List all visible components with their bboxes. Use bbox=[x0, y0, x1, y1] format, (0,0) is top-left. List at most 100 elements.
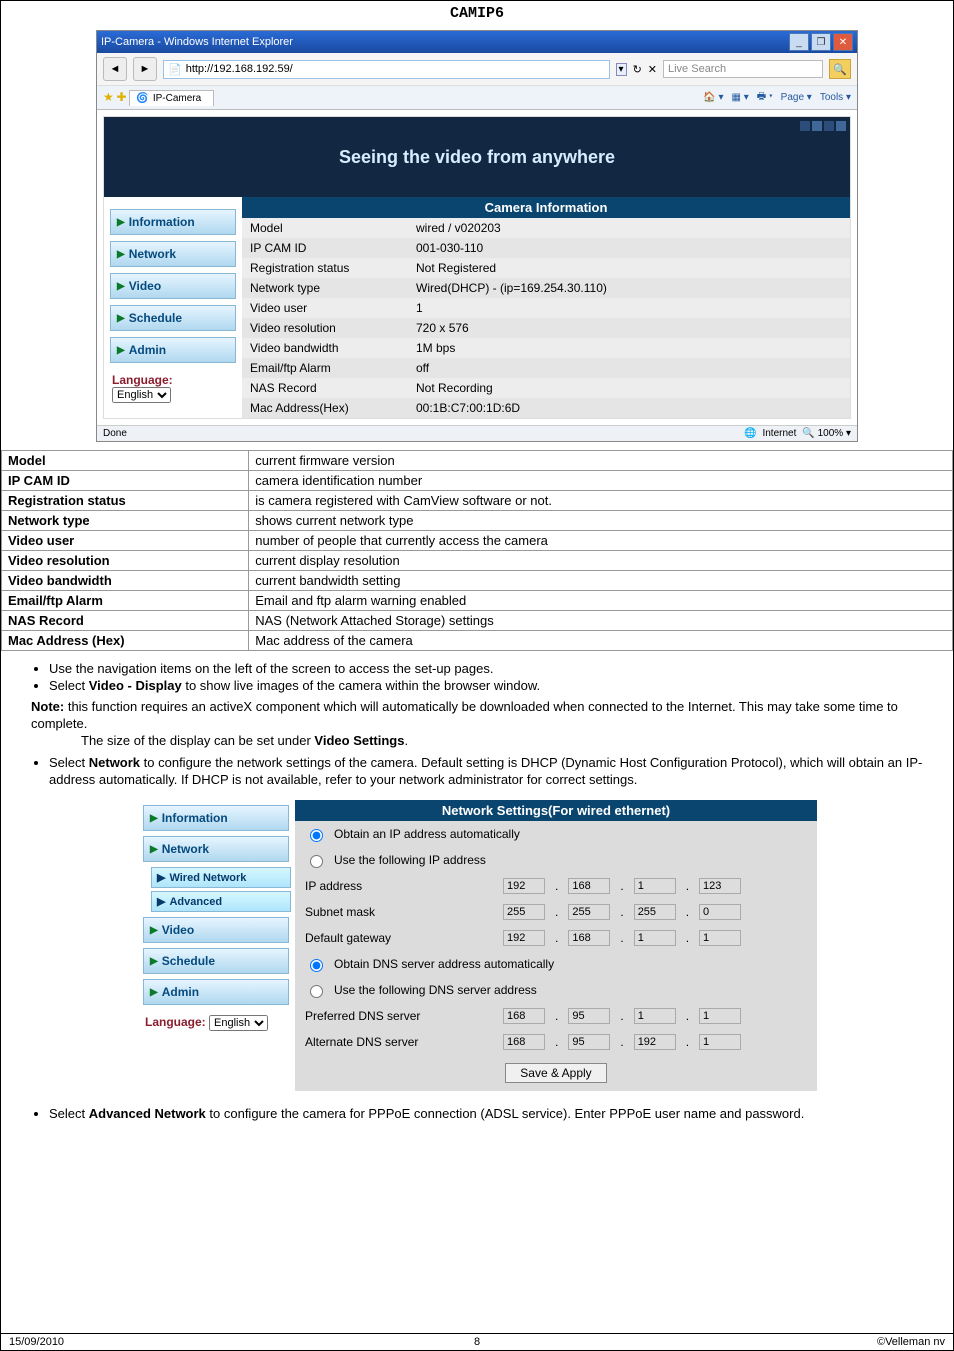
desc-key: Network type bbox=[2, 511, 249, 531]
pd-4[interactable] bbox=[699, 1008, 741, 1024]
zoom-label[interactable]: 🔍 100% ▾ bbox=[802, 428, 851, 439]
feeds-icon[interactable]: ▦ ▾ bbox=[731, 92, 748, 103]
table-row: Email/ftp AlarmEmail and ftp alarm warni… bbox=[2, 591, 953, 611]
url-text: http://192.168.192.59/ bbox=[186, 63, 293, 75]
body-text: Use the navigation items on the left of … bbox=[1, 661, 953, 789]
ip-address-row: IP address . . . bbox=[295, 873, 817, 899]
gw-4[interactable] bbox=[699, 930, 741, 946]
auto-ip-radio[interactable] bbox=[310, 829, 323, 842]
nav-information[interactable]: ▶Information bbox=[110, 209, 236, 235]
arrow-icon: ▶ bbox=[117, 249, 125, 260]
pd-2[interactable] bbox=[568, 1008, 610, 1024]
nav2-information[interactable]: ▶Information bbox=[143, 805, 289, 831]
info-value: Not Registered bbox=[408, 258, 850, 278]
pd-1[interactable] bbox=[503, 1008, 545, 1024]
table-row: IP CAM ID001-030-110 bbox=[242, 238, 850, 258]
nav-admin[interactable]: ▶Admin bbox=[110, 337, 236, 363]
table-row: IP CAM IDcamera identification number bbox=[2, 471, 953, 491]
gw-1[interactable] bbox=[503, 930, 545, 946]
tools-menu[interactable]: Tools ▾ bbox=[820, 92, 851, 103]
back-button[interactable]: ◄ bbox=[103, 57, 127, 81]
print-icon[interactable]: 🖶 ▾ bbox=[757, 89, 773, 106]
search-box[interactable]: Live Search bbox=[663, 60, 823, 78]
nav2-admin[interactable]: ▶Admin bbox=[143, 979, 289, 1005]
close-icon[interactable]: ✕ bbox=[833, 33, 853, 51]
home-icon[interactable]: 🏠 ▾ bbox=[703, 92, 723, 103]
info-value: 1 bbox=[408, 298, 850, 318]
alt-dns-row: Alternate DNS server . . . bbox=[295, 1029, 817, 1055]
page-menu[interactable]: Page ▾ bbox=[781, 92, 812, 103]
tab-icon: 🌀 bbox=[136, 93, 148, 104]
ad-4[interactable] bbox=[699, 1034, 741, 1050]
desc-value: number of people that currently access t… bbox=[249, 531, 953, 551]
save-apply-button[interactable]: Save & Apply bbox=[505, 1063, 606, 1083]
arrow-icon: ▶ bbox=[117, 313, 125, 324]
page-footer: 15/09/2010 8 ©Velleman nv bbox=[1, 1333, 953, 1350]
sn-4[interactable] bbox=[699, 904, 741, 920]
info-value: off bbox=[408, 358, 850, 378]
language-select[interactable]: English bbox=[112, 387, 171, 403]
desc-key: Mac Address (Hex) bbox=[2, 631, 249, 651]
gateway-row: Default gateway . . . bbox=[295, 925, 817, 951]
desc-value: Email and ftp alarm warning enabled bbox=[249, 591, 953, 611]
ip-2[interactable] bbox=[568, 878, 610, 894]
subnav-wired[interactable]: ▶Wired Network bbox=[151, 867, 291, 888]
restore-icon[interactable]: ❐ bbox=[811, 33, 831, 51]
url-dropdown[interactable]: ▾ bbox=[616, 63, 627, 76]
language-select-2[interactable]: English bbox=[209, 1015, 268, 1031]
info-value: 720 x 576 bbox=[408, 318, 850, 338]
ip-4[interactable] bbox=[699, 878, 741, 894]
sn-1[interactable] bbox=[503, 904, 545, 920]
ad-3[interactable] bbox=[634, 1034, 676, 1050]
ip-3[interactable] bbox=[634, 878, 676, 894]
ie-tab-row: ★ ✚ 🌀 IP-Camera 🏠 ▾ ▦ ▾ 🖶 ▾ Page ▾ Tools… bbox=[97, 86, 857, 110]
favorites-icon[interactable]: ★ bbox=[103, 90, 114, 104]
arrow-icon: ▶ bbox=[150, 987, 158, 998]
auto-ip-row: Obtain an IP address automatically bbox=[295, 821, 817, 847]
add-favorites-icon[interactable]: ✚ bbox=[117, 90, 127, 104]
desc-key: IP CAM ID bbox=[2, 471, 249, 491]
nav-network[interactable]: ▶Network bbox=[110, 241, 236, 267]
gw-3[interactable] bbox=[634, 930, 676, 946]
url-field[interactable]: 📄 http://192.168.192.59/ bbox=[163, 60, 610, 79]
ad-2[interactable] bbox=[568, 1034, 610, 1050]
pd-3[interactable] bbox=[634, 1008, 676, 1024]
camera-side-nav: ▶Information ▶Network ▶Video ▶Schedule ▶… bbox=[104, 197, 242, 409]
browser-tab[interactable]: 🌀 IP-Camera bbox=[129, 90, 214, 106]
note-block: Note: this function requires an activeX … bbox=[31, 699, 923, 750]
desc-value: is camera registered with CamView softwa… bbox=[249, 491, 953, 511]
desc-value: NAS (Network Attached Storage) settings bbox=[249, 611, 953, 631]
stop-icon[interactable]: ✕ bbox=[648, 63, 657, 76]
arrow-icon: ▶ bbox=[150, 844, 158, 855]
table-row: Modelwired / v020203 bbox=[242, 218, 850, 238]
search-go-icon[interactable]: 🔍 bbox=[829, 59, 851, 79]
arrow-icon: ▶ bbox=[150, 925, 158, 936]
network-settings-header: Network Settings(For wired ethernet) bbox=[295, 800, 817, 821]
desc-value: current display resolution bbox=[249, 551, 953, 571]
nav2-video[interactable]: ▶Video bbox=[143, 917, 289, 943]
internet-zone-icon: 🌐 bbox=[744, 428, 756, 439]
refresh-icon[interactable]: ↻ bbox=[633, 63, 642, 76]
ip-1[interactable] bbox=[503, 878, 545, 894]
manual-ip-radio[interactable] bbox=[310, 855, 323, 868]
info-value: Wired(DHCP) - (ip=169.254.30.110) bbox=[408, 278, 850, 298]
auto-dns-radio[interactable] bbox=[310, 959, 323, 972]
language-label: Language: bbox=[112, 373, 173, 387]
sn-3[interactable] bbox=[634, 904, 676, 920]
table-row: Registration statusNot Registered bbox=[242, 258, 850, 278]
ad-1[interactable] bbox=[503, 1034, 545, 1050]
page-header: CAMIP6 bbox=[1, 1, 953, 26]
forward-button[interactable]: ► bbox=[133, 57, 157, 81]
nav-video[interactable]: ▶Video bbox=[110, 273, 236, 299]
gw-2[interactable] bbox=[568, 930, 610, 946]
sn-2[interactable] bbox=[568, 904, 610, 920]
bullet-2: Select Video - Display to show live imag… bbox=[49, 678, 923, 695]
nav2-network[interactable]: ▶Network bbox=[143, 836, 289, 862]
minimize-icon[interactable]: _ bbox=[789, 33, 809, 51]
manual-dns-radio[interactable] bbox=[310, 985, 323, 998]
ie-window: IP-Camera - Windows Internet Explorer _ … bbox=[96, 30, 858, 442]
subnav-advanced[interactable]: ▶Advanced bbox=[151, 891, 291, 912]
info-value: 001-030-110 bbox=[408, 238, 850, 258]
nav2-schedule[interactable]: ▶Schedule bbox=[143, 948, 289, 974]
nav-schedule[interactable]: ▶Schedule bbox=[110, 305, 236, 331]
